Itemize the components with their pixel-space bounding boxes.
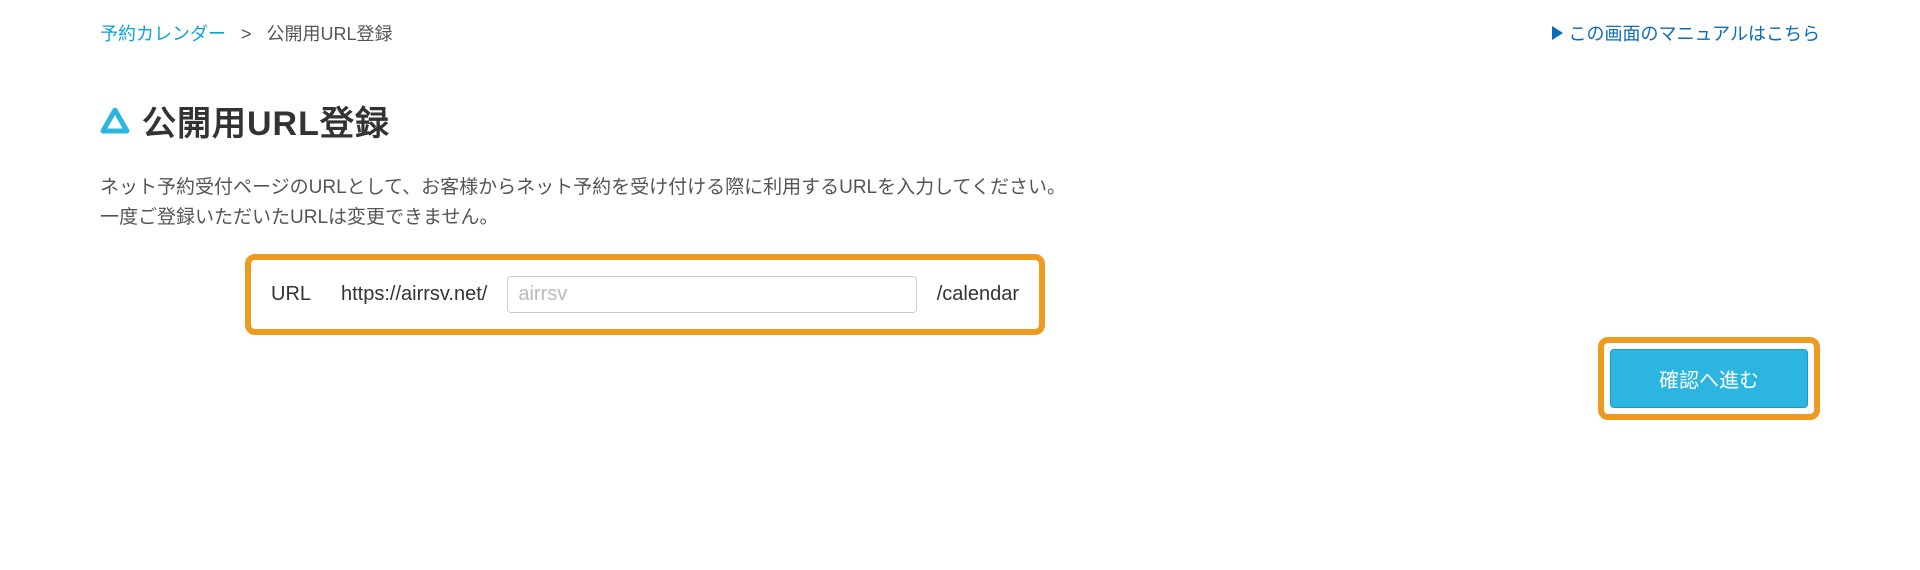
url-label: URL [271,283,321,306]
breadcrumb: 予約カレンダー > 公開用URL登録 [100,20,393,46]
url-input[interactable] [507,276,916,313]
description-line2: 一度ご登録いただいたURLは変更できません。 [100,203,1820,233]
description-line1: ネット予約受付ページのURLとして、お客様からネット予約を受け付ける際に利用する… [100,173,1820,203]
page-title: 公開用URL登録 [142,96,390,145]
manual-link[interactable]: この画面のマニュアルはこちら [1552,20,1820,46]
confirm-button[interactable]: 確認へ進む [1610,349,1808,408]
url-suffix: /calendar [937,283,1019,306]
breadcrumb-current: 公開用URL登録 [267,24,393,44]
confirm-button-highlight: 確認へ進む [1598,337,1820,420]
breadcrumb-parent-link[interactable]: 予約カレンダー [100,24,226,44]
play-icon [1552,26,1563,40]
triangle-icon [100,108,130,134]
breadcrumb-separator: > [241,24,252,44]
url-form-highlight: URL https://airrsv.net/ /calendar [245,254,1045,335]
manual-link-label: この画面のマニュアルはこちら [1569,20,1820,46]
url-prefix: https://airrsv.net/ [341,283,487,306]
description: ネット予約受付ページのURLとして、お客様からネット予約を受け付ける際に利用する… [100,173,1820,234]
